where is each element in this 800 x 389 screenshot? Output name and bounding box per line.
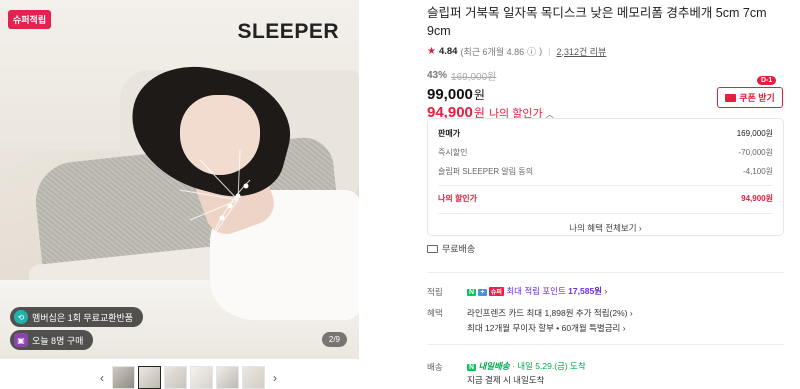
- chevron-right-icon: ›: [604, 286, 608, 296]
- coupon-deadline-badge: D-1: [757, 76, 777, 85]
- info-icon[interactable]: ⓘ: [527, 45, 536, 58]
- brand-logo: SLEEPER: [237, 20, 339, 43]
- breakdown-value: -4,100원: [742, 167, 773, 176]
- super-badge: 슈퍼: [488, 287, 504, 296]
- plus-badge: +: [478, 289, 487, 296]
- delivery-row: N 내일배송 · 내일 5.29.(금) 도착: [467, 360, 586, 372]
- breakdown-value: -70,000원: [738, 148, 774, 157]
- thumbnail-active[interactable]: [138, 366, 161, 389]
- coupon-label: 쿠폰 받기: [739, 93, 775, 103]
- rating-recent-close: ): [539, 46, 543, 56]
- super-points-badge: 슈퍼적립: [8, 10, 52, 29]
- sale-price-unit: 원: [473, 88, 485, 102]
- image-counter: 2/9: [321, 332, 347, 347]
- breakdown-my-value: 94,900원: [741, 194, 773, 203]
- coupon-download-button[interactable]: 쿠폰 받기: [717, 87, 783, 108]
- delivery-label: 배송: [427, 362, 443, 372]
- thumb-prev-button[interactable]: ‹: [95, 371, 109, 385]
- rating-row: ★ 4.84 (최근 6개월 4.86 ⓘ ) | 2,312건 리뷰: [427, 44, 787, 58]
- points-value: 17,585원: [568, 286, 602, 296]
- breakdown-row: 판매가 169,000원: [438, 124, 773, 143]
- truck-icon: [427, 244, 438, 253]
- naver-n-badge: N: [467, 289, 477, 296]
- points-label: 적립: [427, 287, 443, 297]
- view-all-benefits-link[interactable]: 나의 혜택 전체보기 ›: [438, 213, 773, 241]
- rating-score: 4.84: [438, 45, 458, 57]
- breakdown-value: 169,000원: [736, 129, 773, 138]
- price-breakdown-box: 판매가 169,000원 즉시할인 -70,000원 슬립퍼 SLEEPER 알…: [427, 118, 784, 236]
- thumbnail[interactable]: [190, 366, 213, 389]
- purchase-count-pill: ▣ 오늘 8명 구매: [10, 330, 94, 350]
- breakdown-label: 슬립퍼 SLEEPER 알림 동의: [438, 167, 534, 176]
- spine-rays-graphic: [179, 149, 251, 241]
- installment-benefit-link[interactable]: 최대 12개월 무이자 할부 • 60개월 특별금리 ›: [467, 322, 626, 334]
- thumb-next-button[interactable]: ›: [268, 371, 282, 385]
- membership-return-text: 멤버십은 1회 무료교환반품: [32, 312, 134, 323]
- discount-percent: 43%: [427, 70, 448, 81]
- points-row[interactable]: N + 슈퍼 최대 적립 포인트 17,585원 ›: [467, 285, 607, 297]
- rating-recent: (최근 6개월 4.86: [460, 46, 525, 57]
- thumbnail[interactable]: [112, 366, 135, 389]
- review-count-link[interactable]: 2,312건 리뷰: [556, 45, 606, 58]
- breakdown-row: 즉시할인 -70,000원: [438, 143, 773, 162]
- shipping-label: 무료배송: [442, 244, 476, 254]
- purchase-count-text: 오늘 8명 구매: [32, 335, 84, 346]
- section-divider: [427, 272, 784, 273]
- membership-return-pill: ⟲ 멤버십은 1회 무료교환반품: [10, 307, 144, 327]
- original-price: 169,000원: [451, 72, 497, 83]
- thumbnail[interactable]: [216, 366, 239, 389]
- thumbnail[interactable]: [242, 366, 265, 389]
- delivery-note: 지금 결제 시 내일도착: [467, 375, 545, 385]
- breakdown-my-label: 나의 할인가: [438, 194, 478, 203]
- breakdown-my-price-row: 나의 할인가 94,900원: [438, 185, 773, 211]
- breakdown-label: 즉시할인: [438, 148, 468, 157]
- naver-delivery-badge: N: [467, 364, 477, 371]
- discount-row: 43% 169,000원: [427, 68, 787, 83]
- product-main-image[interactable]: SLEEPER 슈퍼적립 ⟲ 멤버십은 1회 무료교환반품 ▣ 오늘 8명 구매…: [0, 0, 359, 359]
- rating-separator: |: [548, 46, 551, 56]
- shipping-row: 무료배송: [427, 242, 475, 255]
- bag-icon: ▣: [14, 333, 28, 347]
- breakdown-label: 판매가: [438, 129, 461, 138]
- section-divider: [427, 344, 784, 345]
- delivery-date: · 내일 5.29.(금) 도착: [512, 361, 586, 371]
- delivery-type: 내일배송: [478, 361, 510, 371]
- points-text: 최대 적립 포인트: [506, 286, 566, 296]
- thumbnail-strip: ‹ ›: [95, 366, 282, 389]
- exchange-icon: ⟲: [14, 310, 28, 324]
- star-icon: ★: [427, 45, 436, 57]
- sale-price: 99,000: [427, 86, 473, 103]
- product-title: 슬립퍼 거북목 일자목 목디스크 낮은 메모리폼 경추베개 5cm 7cm 9c…: [427, 6, 767, 38]
- thumbnail[interactable]: [164, 366, 187, 389]
- coupon-icon: [725, 93, 737, 102]
- benefit-label: 혜택: [427, 308, 443, 318]
- card-benefit-link[interactable]: 라인프렌즈 카드 최대 1,898원 추가 적립(2%) ›: [467, 307, 633, 319]
- breakdown-row: 슬립퍼 SLEEPER 알림 동의 -4,100원: [438, 162, 773, 181]
